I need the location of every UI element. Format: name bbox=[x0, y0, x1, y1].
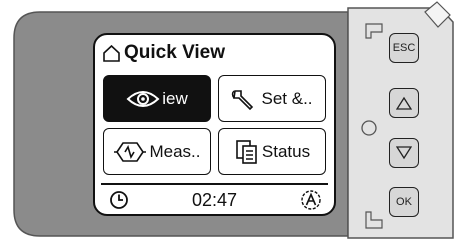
eye-icon bbox=[126, 88, 160, 110]
tile-settings-label: Set &.. bbox=[261, 88, 313, 108]
device-housing: Quick View iew Set &.. Meas.. Status 02:… bbox=[0, 0, 457, 248]
down-arrow-icon bbox=[396, 146, 412, 160]
up-button[interactable] bbox=[389, 88, 419, 118]
down-button[interactable] bbox=[389, 138, 419, 168]
ok-button-label: OK bbox=[396, 196, 412, 208]
esc-button[interactable]: ESC bbox=[389, 33, 419, 63]
tile-settings[interactable]: Set &.. bbox=[218, 75, 326, 122]
documents-icon bbox=[234, 139, 260, 165]
tile-status[interactable]: Status bbox=[218, 128, 326, 175]
status-bar: 02:47 bbox=[101, 183, 328, 215]
screen-title: Quick View bbox=[103, 38, 225, 68]
tile-measurements-label: Meas.. bbox=[149, 141, 201, 161]
time-display: 02:47 bbox=[191, 190, 238, 210]
display-screen: Quick View iew Set &.. Meas.. Status 02:… bbox=[93, 33, 336, 216]
wrench-icon bbox=[231, 87, 259, 111]
home-icon bbox=[103, 44, 120, 62]
up-arrow-icon bbox=[396, 96, 412, 110]
ok-button[interactable]: OK bbox=[389, 187, 419, 217]
tile-measurements[interactable]: Meas.. bbox=[103, 128, 211, 175]
tile-view-label: iew bbox=[162, 88, 188, 108]
auto-mode-icon bbox=[300, 189, 322, 216]
tile-status-label: Status bbox=[261, 141, 311, 161]
title-text: Quick View bbox=[124, 42, 226, 63]
esc-button-label: ESC bbox=[392, 42, 416, 54]
tile-view[interactable]: iew bbox=[103, 75, 211, 122]
measure-icon bbox=[113, 140, 147, 164]
